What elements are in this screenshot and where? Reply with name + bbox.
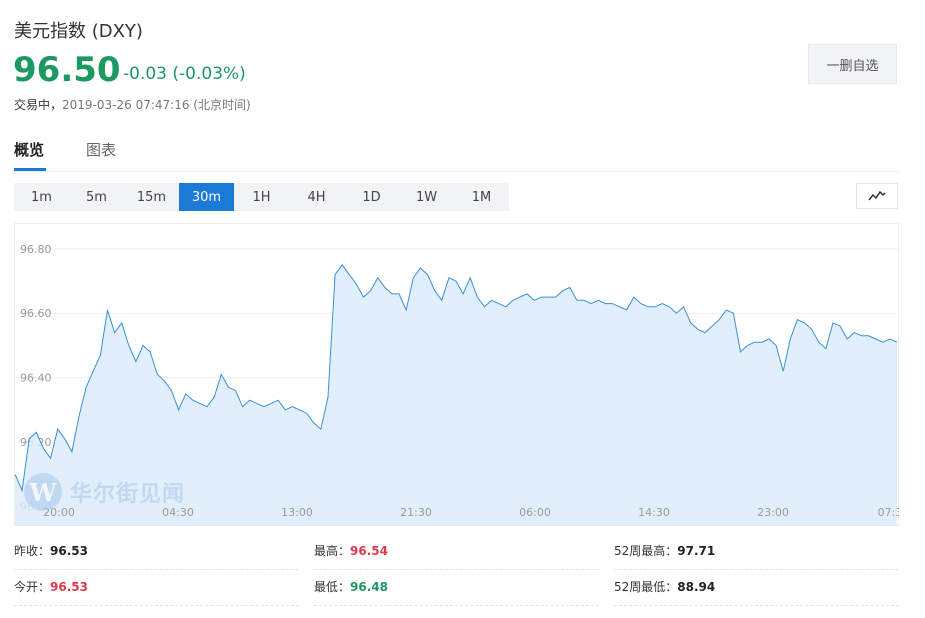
stat-value: 97.71 xyxy=(677,544,716,558)
x-tick-label: 23:00 xyxy=(757,506,789,519)
period-selector: 1m 5m 15m 30m 1H 4H 1D 1W 1M xyxy=(14,183,509,211)
stat-value: 96.53 xyxy=(50,580,88,594)
watermark-logo: W xyxy=(24,473,62,511)
x-tick-label: 07:3 xyxy=(878,506,899,519)
y-tick-label: 96.40 xyxy=(20,372,52,385)
x-tick-label: 06:00 xyxy=(519,506,551,519)
stat-label: 52周最低： xyxy=(614,580,678,594)
stat-label: 52周最高： xyxy=(614,544,678,558)
line-chart-icon xyxy=(868,190,886,201)
stat-prev-close: 昨收：96.53 xyxy=(14,533,299,570)
tab-chart[interactable]: 图表 xyxy=(86,139,116,160)
period-15m-button[interactable]: 15m xyxy=(124,183,179,211)
stat-label: 最高： xyxy=(314,544,351,558)
stat-52w-high: 52周最高：97.71 xyxy=(614,533,899,570)
y-tick-label: 96.80 xyxy=(20,243,52,256)
last-price: 96.50 xyxy=(13,50,121,90)
x-tick-label: 14:30 xyxy=(638,506,670,519)
stat-value: 96.53 xyxy=(50,544,88,558)
stat-value: 88.94 xyxy=(677,580,716,594)
chart-type-button[interactable] xyxy=(856,183,898,209)
remove-watchlist-button[interactable]: 一删自选 xyxy=(808,44,897,84)
period-1mo-button[interactable]: 1M xyxy=(454,183,509,211)
active-tab-indicator xyxy=(14,168,46,171)
period-4h-button[interactable]: 4H xyxy=(289,183,344,211)
y-tick-label: 96.60 xyxy=(20,307,52,320)
stat-label: 昨收： xyxy=(14,544,51,558)
period-1w-button[interactable]: 1W xyxy=(399,183,454,211)
trade-status-label: 交易中， xyxy=(14,98,63,112)
watermark: W 华尔街见闻 xyxy=(24,473,185,511)
trade-timestamp: 2019-03-26 07:47:16 (北京时间) xyxy=(62,98,251,112)
period-1h-button[interactable]: 1H xyxy=(234,183,289,211)
stat-value: 96.54 xyxy=(350,544,388,558)
stat-label: 今开： xyxy=(14,580,51,594)
x-tick-label: 21:30 xyxy=(400,506,432,519)
stat-label: 最低： xyxy=(314,580,351,594)
tab-bar: 概览 图表 xyxy=(14,139,899,172)
instrument-title: 美元指数 (DXY) xyxy=(14,21,143,42)
price-change: -0.03 (-0.03%) xyxy=(123,64,246,84)
stat-52w-low: 52周最低：88.94 xyxy=(614,569,899,606)
period-30m-button[interactable]: 30m xyxy=(179,183,234,211)
watermark-text: 华尔街见闻 xyxy=(70,481,186,507)
period-5m-button[interactable]: 5m xyxy=(69,183,124,211)
stat-high: 最高：96.54 xyxy=(314,533,599,570)
x-tick-label: 13:00 xyxy=(281,506,313,519)
stat-low: 最低：96.48 xyxy=(314,569,599,606)
stat-open: 今开：96.53 xyxy=(14,569,299,606)
period-1m-button[interactable]: 1m xyxy=(14,183,69,211)
tab-overview[interactable]: 概览 xyxy=(14,139,44,160)
stat-value: 96.48 xyxy=(350,580,388,594)
period-1d-button[interactable]: 1D xyxy=(344,183,399,211)
trade-status: 交易中，2019-03-26 07:47:16 (北京时间) xyxy=(14,96,251,113)
